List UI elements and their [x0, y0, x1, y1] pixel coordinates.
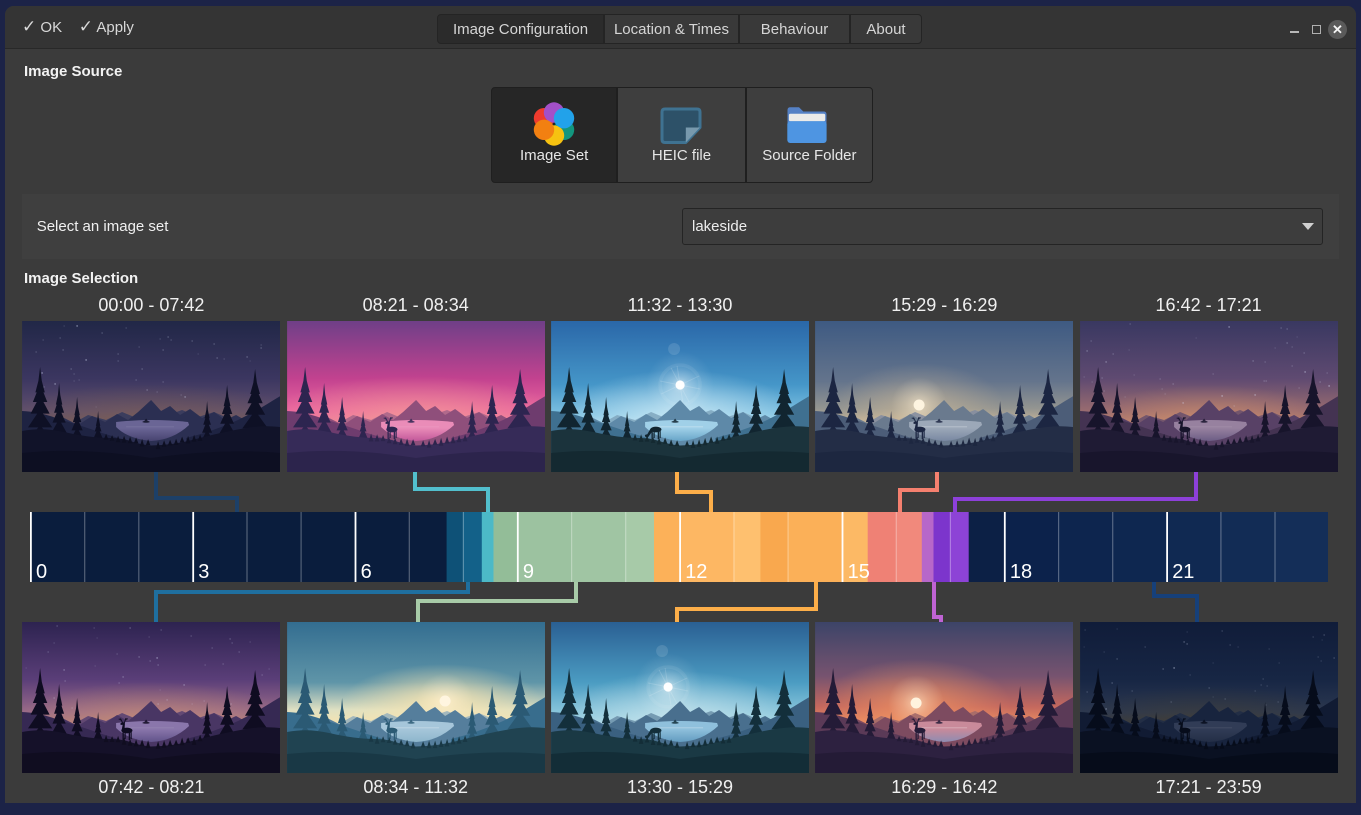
svg-text:21: 21 — [1172, 561, 1194, 582]
svg-text:3: 3 — [198, 561, 209, 582]
svg-text:6: 6 — [361, 561, 372, 582]
svg-text:9: 9 — [523, 561, 534, 582]
svg-text:0: 0 — [36, 561, 47, 582]
svg-text:18: 18 — [1010, 561, 1032, 582]
svg-text:15: 15 — [848, 561, 870, 582]
svg-text:12: 12 — [685, 561, 707, 582]
